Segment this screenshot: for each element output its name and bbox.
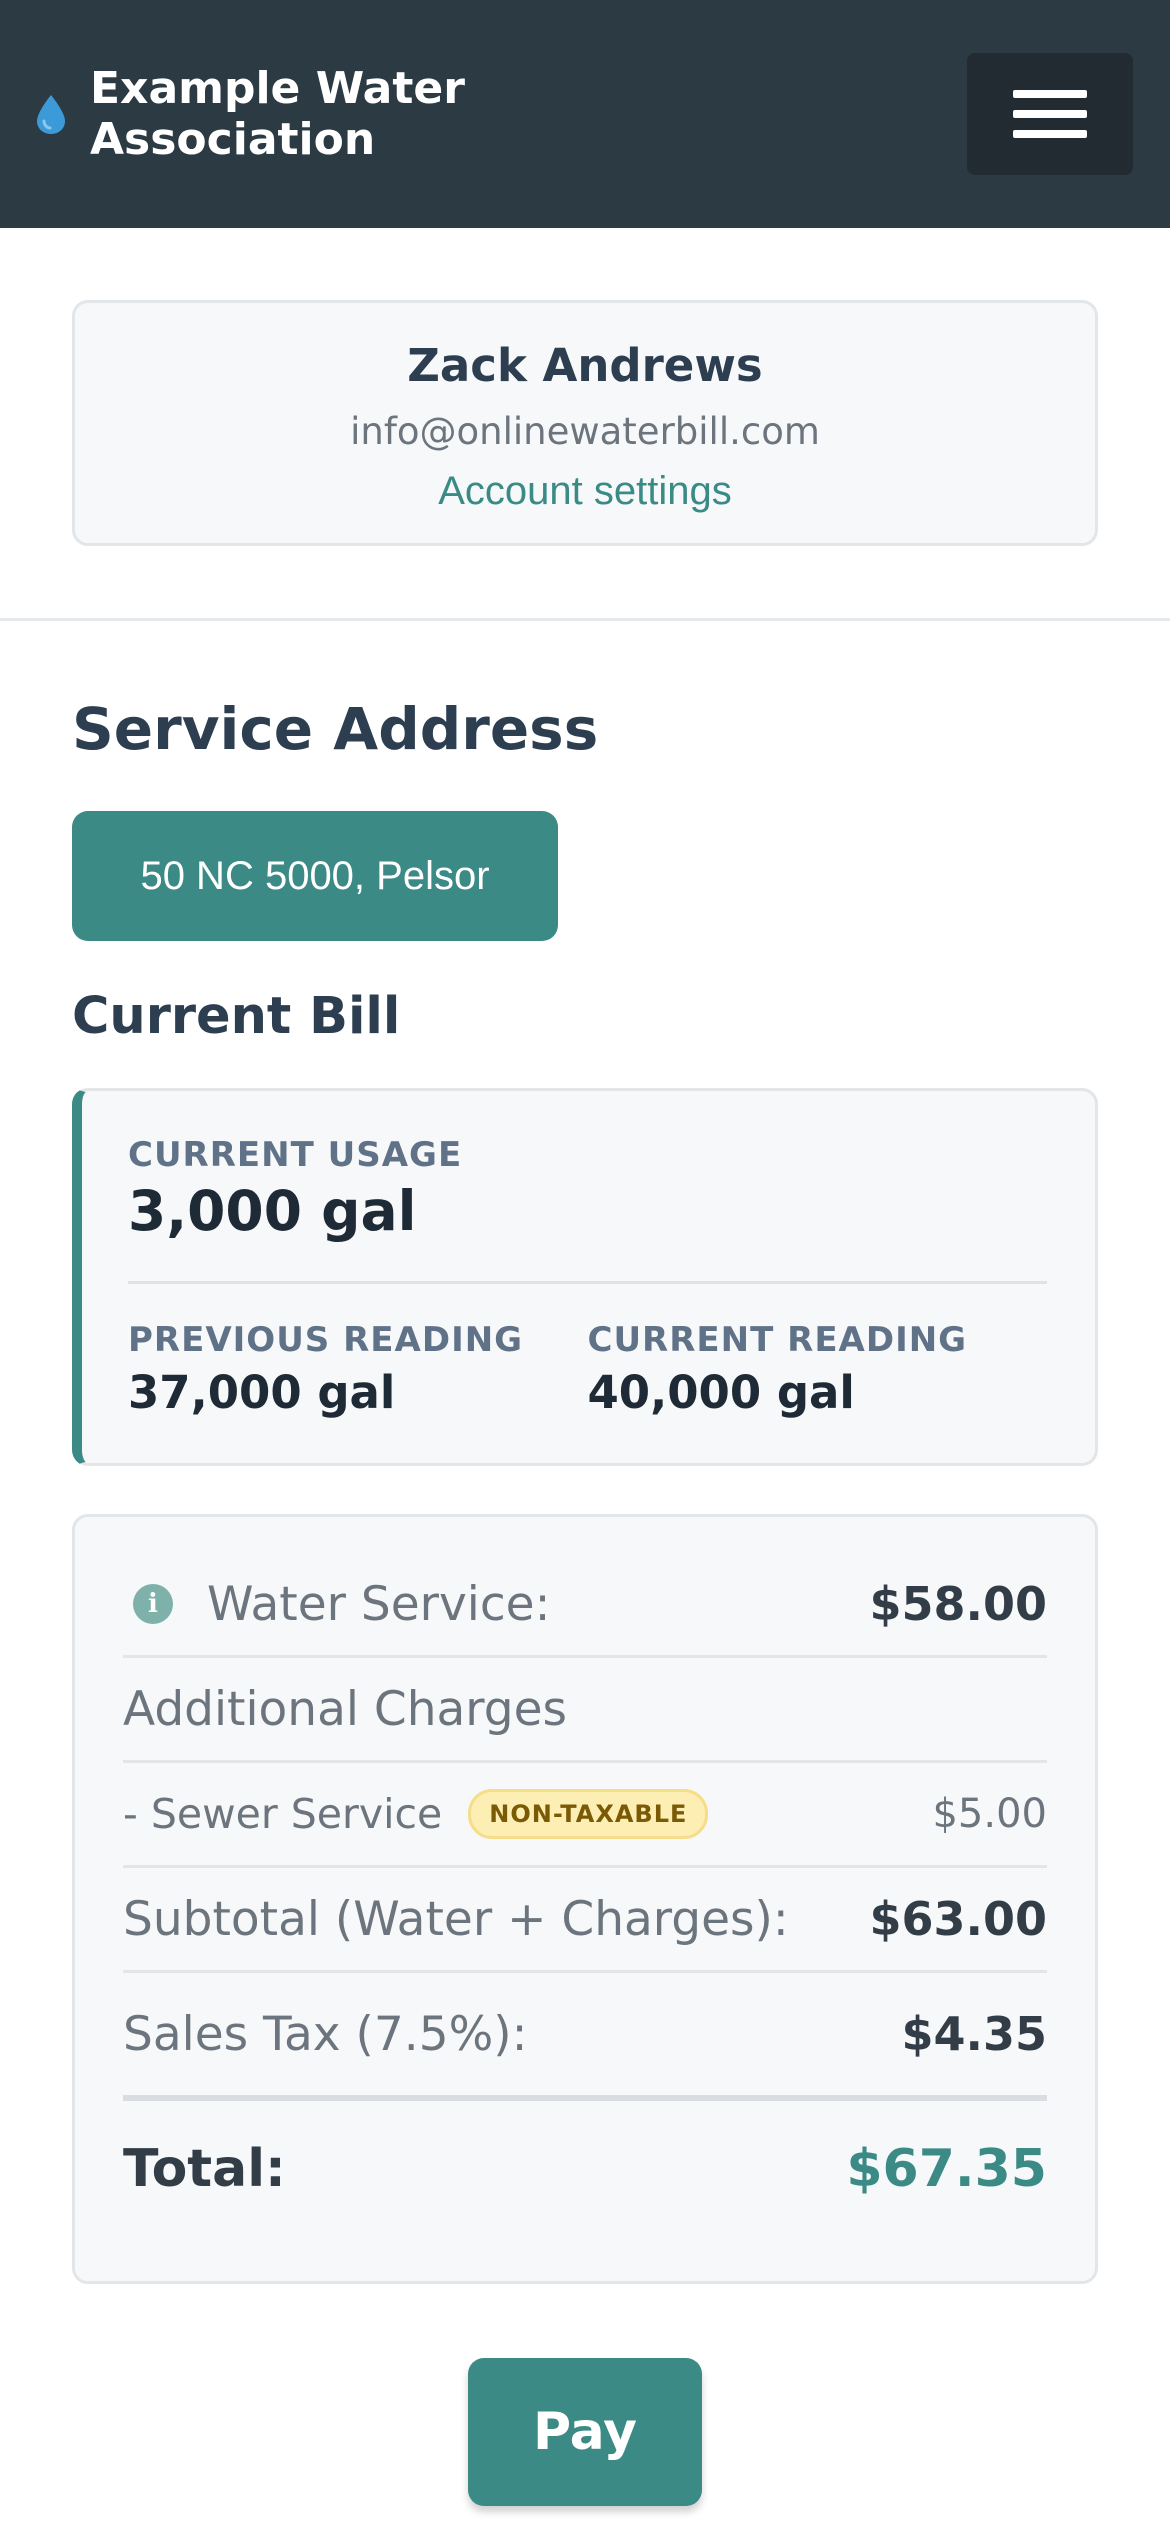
sewer-service-left: - Sewer Service NON-TAXABLE (123, 1789, 709, 1839)
water-service-amount: $58.00 (869, 1577, 1047, 1631)
current-usage-value: 3,000 gal (128, 1179, 417, 1243)
additional-charges-row: Additional Charges (123, 1658, 1047, 1763)
total-label: Total: (123, 2139, 286, 2199)
previous-reading-label: PREVIOUS READING (128, 1320, 524, 1360)
profile-email: info@onlinewaterbill.com (350, 409, 820, 453)
previous-reading: PREVIOUS READING 37,000 gal (128, 1320, 588, 1419)
sewer-service-amount: $5.00 (932, 1791, 1047, 1837)
subtotal-row: Subtotal (Water + Charges): $63.00 (123, 1868, 1047, 1973)
service-address-button[interactable]: 50 NC 5000, Pelsor (72, 811, 558, 941)
current-reading: CURRENT READING 40,000 gal (588, 1320, 1048, 1419)
hamburger-menu-icon (1013, 90, 1087, 98)
sales-tax-label: Sales Tax (7.5%): (123, 2006, 528, 2062)
subtotal-label: Subtotal (Water + Charges): (123, 1891, 789, 1947)
profile-section: Zack Andrews info@onlinewaterbill.com Ac… (0, 228, 1170, 621)
total-row: Total: $67.35 (123, 2101, 1047, 2237)
sales-tax-amount: $4.35 (901, 2007, 1047, 2061)
usage-card: CURRENT USAGE 3,000 gal PREVIOUS READING… (72, 1088, 1098, 1466)
subtotal-amount: $63.00 (869, 1892, 1047, 1946)
sewer-service-label: - Sewer Service (123, 1790, 443, 1838)
hamburger-menu-icon-bar (1013, 110, 1087, 118)
water-service-left: i Water Service: (123, 1577, 550, 1632)
pay-button[interactable]: Pay (468, 2358, 702, 2506)
current-reading-value: 40,000 gal (587, 1366, 855, 1419)
menu-button[interactable] (967, 53, 1133, 175)
main-content: Service Address 50 NC 5000, Pelsor Curre… (0, 695, 1170, 2506)
app-header: Example Water Association (0, 0, 1170, 228)
water-drop-icon (37, 95, 65, 134)
profile-name: Zack Andrews (407, 338, 763, 392)
water-service-row: i Water Service: $58.00 (123, 1553, 1047, 1658)
sewer-service-row: - Sewer Service NON-TAXABLE $5.00 (123, 1763, 1047, 1868)
brand[interactable]: Example Water Association (34, 63, 470, 165)
brand-name: Example Water Association (90, 63, 465, 165)
additional-charges-label: Additional Charges (123, 1681, 568, 1737)
water-service-label: Water Service: (207, 1576, 551, 1632)
hamburger-menu-icon-bar (1013, 130, 1087, 138)
current-usage-label: CURRENT USAGE (128, 1135, 463, 1175)
service-address-title: Service Address (72, 695, 599, 763)
sales-tax-row: Sales Tax (7.5%): $4.35 (123, 1973, 1047, 2101)
info-icon[interactable]: i (133, 1584, 173, 1624)
pay-wrap: Pay (72, 2358, 1098, 2506)
total-amount: $67.35 (846, 2139, 1047, 2199)
non-taxable-badge: NON-TAXABLE (468, 1789, 709, 1839)
readings: PREVIOUS READING 37,000 gal CURRENT READ… (128, 1320, 1047, 1419)
current-reading-label: CURRENT READING (587, 1320, 968, 1360)
profile-card: Zack Andrews info@onlinewaterbill.com Ac… (72, 300, 1098, 546)
previous-reading-value: 37,000 gal (128, 1366, 396, 1419)
account-settings-link[interactable]: Account settings (438, 469, 732, 514)
usage-divider (128, 1281, 1047, 1284)
current-bill-title: Current Bill (72, 987, 401, 1046)
bill-breakdown-card: i Water Service: $58.00 Additional Charg… (72, 1514, 1098, 2284)
